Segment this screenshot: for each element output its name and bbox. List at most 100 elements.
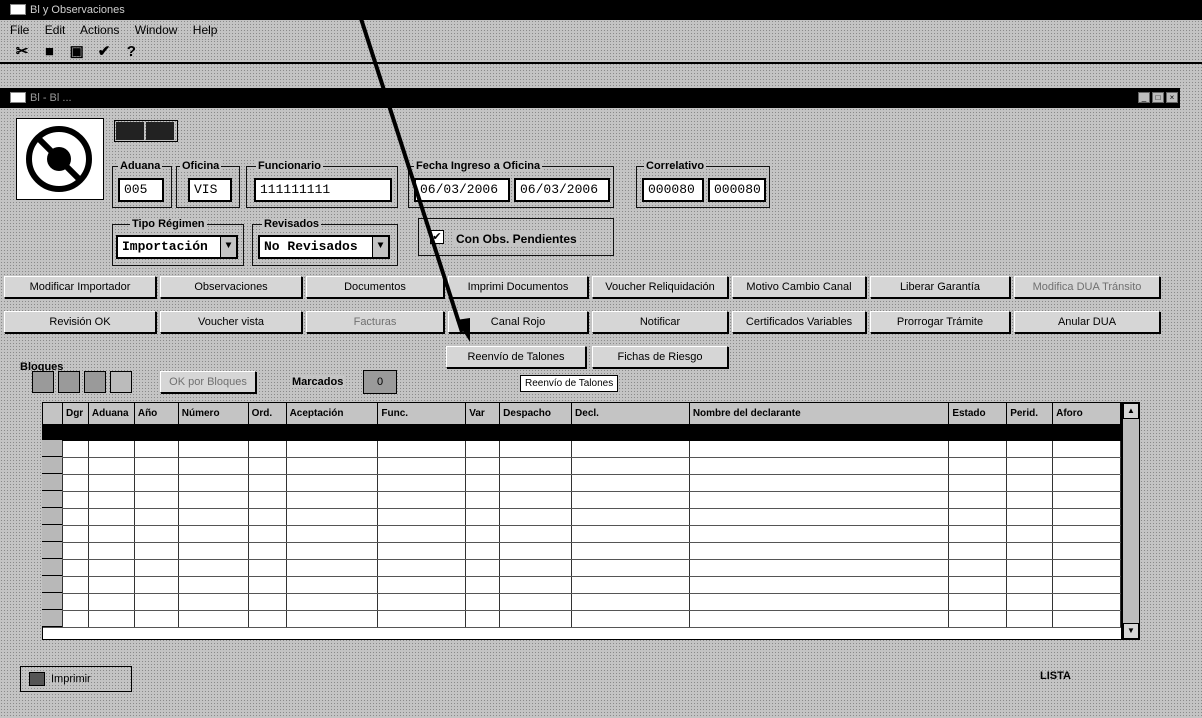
menu-help[interactable]: Help [193, 23, 218, 37]
documentos-button[interactable]: Documentos [306, 276, 444, 298]
regimen-select[interactable]: Importación ▼ [116, 235, 238, 259]
row-header[interactable] [42, 576, 62, 593]
table-cell[interactable] [287, 594, 379, 610]
fecha-desde-field[interactable]: 06/03/2006 [414, 178, 510, 202]
table-cell[interactable] [89, 577, 135, 593]
chevron-down-icon[interactable]: ▼ [372, 237, 388, 257]
table-cell[interactable] [466, 526, 501, 542]
row-header[interactable] [42, 491, 62, 508]
copy-icon[interactable]: ■ [37, 42, 61, 62]
table-cell[interactable] [179, 594, 249, 610]
results-table[interactable]: Dgr Aduana Año Número Ord. Aceptación Fu… [42, 402, 1122, 640]
col-decl[interactable]: Decl. [572, 403, 690, 424]
table-cell[interactable] [1007, 492, 1054, 508]
table-cell[interactable] [249, 458, 287, 474]
table-cell[interactable] [63, 526, 89, 542]
menu-actions[interactable]: Actions [80, 23, 119, 37]
table-cell[interactable] [135, 509, 179, 525]
table-cell[interactable] [249, 560, 287, 576]
table-cell[interactable] [572, 526, 690, 542]
table-cell[interactable] [89, 611, 135, 627]
menu-file[interactable]: File [10, 23, 29, 37]
table-cell[interactable] [690, 492, 950, 508]
table-cell[interactable] [249, 543, 287, 559]
table-cell[interactable] [179, 492, 249, 508]
col-func[interactable]: Func. [378, 403, 467, 424]
cut-icon[interactable]: ✂ [10, 42, 34, 62]
close-button[interactable]: × [1166, 92, 1178, 103]
table-cell[interactable] [287, 577, 379, 593]
table-cell[interactable] [1053, 526, 1121, 542]
table-cell[interactable] [179, 475, 249, 491]
table-cell[interactable] [690, 509, 950, 525]
table-cell[interactable] [690, 526, 950, 542]
table-cell[interactable] [89, 560, 135, 576]
table-cell[interactable] [63, 509, 89, 525]
table-cell[interactable] [89, 509, 135, 525]
table-cell[interactable] [466, 492, 501, 508]
table-cell[interactable] [179, 441, 249, 457]
table-cell[interactable] [500, 492, 573, 508]
table-row[interactable] [43, 509, 1121, 526]
row-header[interactable] [42, 559, 62, 576]
chevron-down-icon[interactable]: ▼ [220, 237, 236, 257]
table-cell[interactable] [179, 458, 249, 474]
table-row[interactable] [43, 560, 1121, 577]
correlativo-desde-field[interactable]: 000080 [642, 178, 704, 202]
table-cell[interactable] [63, 492, 89, 508]
table-cell[interactable] [378, 441, 467, 457]
table-cell[interactable] [572, 543, 690, 559]
table-row[interactable] [43, 458, 1121, 475]
vertical-scrollbar[interactable]: ▲ ▼ [1122, 402, 1140, 640]
imprimi-documentos-button[interactable]: Imprimi Documentos [448, 276, 588, 298]
table-cell[interactable] [949, 543, 1008, 559]
table-cell[interactable] [135, 475, 179, 491]
table-row[interactable] [43, 611, 1121, 628]
table-cell[interactable] [63, 543, 89, 559]
col-aforo[interactable]: Aforo [1053, 403, 1121, 424]
table-cell[interactable] [378, 577, 467, 593]
ok-por-bloques-button[interactable]: OK por Bloques [160, 371, 256, 393]
table-cell[interactable] [690, 475, 950, 491]
table-cell[interactable] [135, 543, 179, 559]
table-cell[interactable] [378, 594, 467, 610]
table-cell[interactable] [249, 594, 287, 610]
row-header[interactable] [42, 457, 62, 474]
table-cell[interactable] [63, 441, 89, 457]
table-cell[interactable] [63, 594, 89, 610]
table-cell[interactable] [466, 611, 501, 627]
table-cell[interactable] [1007, 441, 1054, 457]
table-cell[interactable] [249, 475, 287, 491]
menu-edit[interactable]: Edit [45, 23, 66, 37]
table-cell[interactable] [949, 492, 1008, 508]
table-cell[interactable] [949, 475, 1008, 491]
table-cell[interactable] [378, 492, 467, 508]
table-cell[interactable] [179, 526, 249, 542]
table-cell[interactable] [378, 526, 467, 542]
revision-ok-button[interactable]: Revisión OK [4, 311, 156, 333]
table-cell[interactable] [500, 458, 573, 474]
table-cell[interactable] [690, 543, 950, 559]
col-aceptacion[interactable]: Aceptación [287, 403, 379, 424]
table-cell[interactable] [500, 577, 573, 593]
table-row[interactable] [43, 577, 1121, 594]
table-cell[interactable] [949, 509, 1008, 525]
prorrogar-tramite-button[interactable]: Prorrogar Trámite [870, 311, 1010, 333]
table-cell[interactable] [466, 441, 501, 457]
table-cell[interactable] [466, 594, 501, 610]
table-cell[interactable] [89, 441, 135, 457]
table-cell[interactable] [378, 475, 467, 491]
row-header[interactable] [42, 525, 62, 542]
modifica-dua-transito-button[interactable]: Modifica DUA Tránsito [1014, 276, 1160, 298]
table-cell[interactable] [179, 560, 249, 576]
table-cell[interactable] [1007, 577, 1054, 593]
table-cell[interactable] [1007, 611, 1054, 627]
col-nombre-declarante[interactable]: Nombre del declarante [690, 403, 950, 424]
table-cell[interactable] [179, 611, 249, 627]
table-cell[interactable] [249, 492, 287, 508]
table-cell[interactable] [500, 526, 573, 542]
table-cell[interactable] [135, 526, 179, 542]
table-cell[interactable] [135, 492, 179, 508]
table-cell[interactable] [466, 543, 501, 559]
table-cell[interactable] [287, 509, 379, 525]
